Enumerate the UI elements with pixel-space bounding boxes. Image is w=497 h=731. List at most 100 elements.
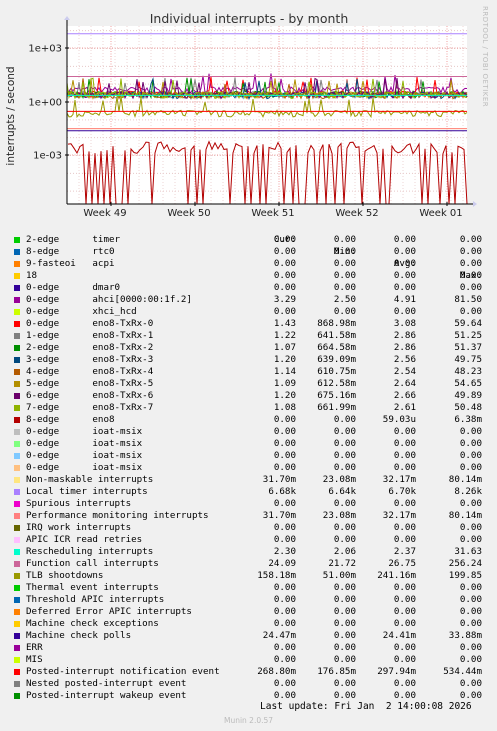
legend-row: 0-edge ahci[0000:00:1f.2] 3.29 2.50 4.91 81.…: [12, 294, 492, 306]
legend-cur-value: 24.09: [268, 558, 296, 569]
legend-label: MIS: [26, 654, 43, 665]
legend-label: Rescheduling interrupts: [26, 546, 154, 557]
legend-avg-value: 26.75: [388, 558, 416, 569]
legend-avg-value: 59.03u: [382, 414, 416, 425]
legend-avg-value: 0.00: [393, 282, 416, 293]
legend-swatch: [14, 381, 20, 387]
legend-label: 0-edge eno8-TxRx-0: [26, 318, 154, 329]
legend-cur-value: 0.00: [273, 414, 296, 425]
legend-cur-value: 1.08: [273, 402, 296, 413]
legend-avg-value: 2.54: [393, 366, 416, 377]
legend-cur-value: 0.00: [273, 594, 296, 605]
legend-row: 0-edge xhci_hcd 0.00 0.00 0.00 0.00: [12, 306, 492, 318]
legend-label: 0-edge ioat-msix: [26, 426, 143, 437]
legend-avg-value: 4.91: [393, 294, 416, 305]
legend-min-value: 0.00: [333, 498, 356, 509]
legend-cur-value: 1.22: [273, 330, 296, 341]
legend-min-value: 2.06: [333, 546, 356, 557]
legend-cur-value: 0.00: [273, 642, 296, 653]
legend-row: 0-edge ioat-msix 0.00 0.00 0.00 0.00: [12, 426, 492, 438]
legend-row: Thermal event interrupts 0.00 0.00 0.00 0.00: [12, 582, 492, 594]
legend-min-value: 0.00: [333, 306, 356, 317]
legend-swatch: [14, 369, 20, 375]
legend-min-value: 23.08m: [322, 510, 356, 521]
legend-max-value: 0.00: [459, 438, 482, 449]
legend-row: 3-edge eno8-TxRx-3 1.20 639.09m 2.56 49.75: [12, 354, 492, 366]
legend-max-value: 50.48: [454, 402, 482, 413]
legend-label: 0-edge ahci[0000:00:1f.2]: [26, 294, 192, 305]
legend-avg-value: 0.00: [393, 234, 416, 245]
legend-max-value: 0.00: [459, 618, 482, 629]
legend-swatch: [14, 645, 20, 651]
legend-swatch: [14, 597, 20, 603]
legend-label: Nested posted-interrupt event: [26, 678, 187, 689]
legend-cur-value: 0.00: [273, 582, 296, 593]
legend-max-value: 534.44m: [443, 666, 482, 677]
legend-label: 18: [26, 270, 38, 281]
legend-cur-value: 1.09: [273, 378, 296, 389]
legend-swatch: [14, 573, 20, 579]
legend-avg-value: 0.00: [393, 270, 416, 281]
x-tick-label: Week 51: [251, 208, 294, 219]
legend-max-value: 0.00: [459, 450, 482, 461]
legend-label: Thermal event interrupts: [26, 582, 159, 593]
legend-max-value: 0.00: [459, 258, 482, 269]
legend-swatch: [14, 465, 20, 471]
legend-label: Machine check polls: [26, 630, 132, 641]
legend-swatch: [14, 429, 20, 435]
legend-min-value: 0.00: [333, 426, 356, 437]
legend-max-value: 0.00: [459, 426, 482, 437]
legend-swatch: [14, 537, 20, 543]
legend-max-value: 0.00: [459, 498, 482, 509]
legend-swatch: [14, 285, 20, 291]
legend-label: Posted-interrupt notification event: [26, 666, 220, 677]
legend-label: 0-edge xhci_hcd: [26, 306, 137, 317]
legend-swatch: [14, 669, 20, 675]
legend-swatch: [14, 297, 20, 303]
legend-cur-value: 0.00: [273, 438, 296, 449]
legend-max-value: 0.00: [459, 534, 482, 545]
legend-min-value: 0.00: [333, 642, 356, 653]
legend-label: Non-maskable interrupts: [26, 474, 154, 485]
legend-swatch: [14, 501, 20, 507]
legend-max-value: 49.89: [454, 390, 482, 401]
legend-cur-value: 158.18m: [257, 570, 296, 581]
legend-max-value: 0.00: [459, 306, 482, 317]
legend-label: Deferred Error APIC interrupts: [26, 606, 192, 617]
legend-row: 9-fasteoi acpi 0.00 0.00 0.00 0.00: [12, 258, 492, 270]
legend-row: Rescheduling interrupts 2.30 2.06 2.37 31.63: [12, 546, 492, 558]
legend-max-value: 8.26k: [454, 486, 482, 497]
legend-swatch: [14, 405, 20, 411]
legend-max-value: 0.00: [459, 522, 482, 533]
legend-avg-value: 0.00: [393, 306, 416, 317]
legend-min-value: 51.00m: [322, 570, 356, 581]
legend-min-value: 0.00: [333, 462, 356, 473]
legend-cur-value: 1.14: [273, 366, 296, 377]
legend-avg-value: 0.00: [393, 522, 416, 533]
legend-row: Deferred Error APIC interrupts 0.00 0.00 0.…: [12, 606, 492, 618]
legend-row: Machine check exceptions 0.00 0.00 0.00 0.00: [12, 618, 492, 630]
legend-cur-value: 0.00: [273, 246, 296, 257]
legend-avg-value: 0.00: [393, 618, 416, 629]
legend-label: TLB shootdowns: [26, 570, 104, 581]
legend-swatch: [14, 513, 20, 519]
legend-avg-value: 0.00: [393, 438, 416, 449]
legend-cur-value: 31.70m: [262, 474, 296, 485]
legend-cur-value: 0.00: [273, 498, 296, 509]
legend-swatch: [14, 633, 20, 639]
x-tick-label: Week 01: [419, 208, 462, 219]
legend-label: 8-edge rtc0: [26, 246, 115, 257]
legend-swatch: [14, 585, 20, 591]
legend-min-value: 0.00: [333, 450, 356, 461]
legend-swatch: [14, 561, 20, 567]
y-tick-label: 1e+03: [28, 44, 62, 55]
legend-avg-value: 2.37: [393, 546, 416, 557]
legend-min-value: 6.64k: [328, 486, 356, 497]
legend-avg-value: 2.56: [393, 354, 416, 365]
legend-row: Posted-interrupt notification event 268.8…: [12, 666, 492, 678]
legend-cur-value: 24.47m: [262, 630, 296, 641]
legend-row: APIC ICR read retries 0.00 0.00 0.00 0.00: [12, 534, 492, 546]
y-tick-label: 1e+00: [28, 98, 62, 109]
legend-min-value: 0.00: [333, 606, 356, 617]
legend-row: Spurious interrupts 0.00 0.00 0.00 0.00: [12, 498, 492, 510]
